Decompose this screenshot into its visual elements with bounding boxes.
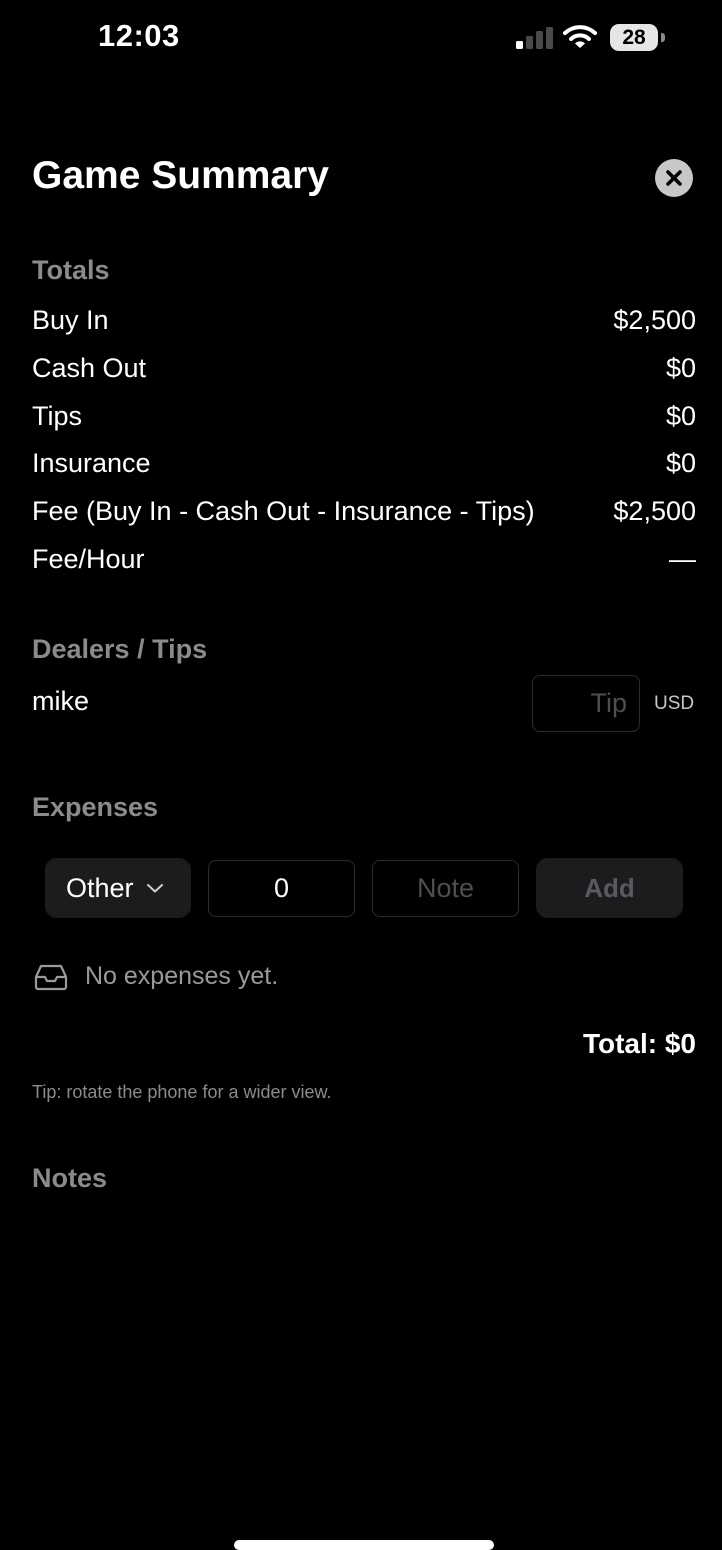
status-time: 12:03 — [98, 18, 180, 53]
chevron-down-icon — [146, 884, 163, 893]
totals-row-fee: Fee (Buy In - Cash Out - Insurance - Tip… — [32, 491, 696, 531]
expenses-total: Total: $0 — [582, 1028, 696, 1059]
add-expense-button[interactable]: Add — [536, 858, 683, 918]
expense-note-input[interactable] — [372, 860, 519, 917]
row-value: — — [669, 543, 696, 574]
totals-row-insurance: Insurance $0 — [32, 443, 696, 483]
battery-cap — [661, 33, 665, 42]
empty-expenses-text: No expenses yet. — [85, 962, 279, 990]
totals-row-tips: Tips $0 — [32, 396, 696, 436]
tray-icon — [34, 964, 68, 990]
row-value: $0 — [665, 400, 696, 431]
page-title: Game Summary — [32, 154, 329, 197]
row-label: Cash Out — [32, 352, 147, 383]
empty-expenses: No expenses yet. — [34, 962, 278, 991]
expense-category-select[interactable]: Other — [45, 858, 191, 918]
totals-row-buy-in: Buy In $2,500 — [32, 300, 696, 340]
battery-icon: 28 — [610, 24, 666, 52]
dealer-name: mike — [32, 686, 90, 716]
tip-currency: USD — [654, 693, 695, 714]
expense-amount-input[interactable] — [208, 860, 355, 917]
close-button[interactable] — [655, 159, 693, 197]
row-label: Insurance — [32, 447, 151, 478]
dealers-header: Dealers / Tips — [32, 634, 208, 664]
tip-input[interactable] — [532, 675, 640, 732]
close-icon — [666, 170, 682, 186]
row-label: Tips — [32, 400, 83, 431]
status-bar: 12:03 28 — [0, 0, 722, 80]
row-value: $0 — [665, 447, 696, 478]
row-label: Fee (Buy In - Cash Out - Insurance - Tip… — [32, 495, 535, 526]
cellular-signal-icon — [516, 27, 553, 49]
wifi-icon — [563, 25, 597, 48]
row-value: $2,500 — [613, 304, 696, 335]
totals-row-cash-out: Cash Out $0 — [32, 348, 696, 388]
row-label: Fee/Hour — [32, 543, 145, 574]
totals-row-fee-hour: Fee/Hour — — [32, 539, 696, 579]
home-indicator — [234, 1540, 494, 1550]
row-label: Buy In — [32, 304, 109, 335]
expenses-header: Expenses — [32, 792, 159, 822]
row-value: $0 — [665, 352, 696, 383]
expense-category-value: Other — [66, 872, 134, 903]
rotate-hint: Tip: rotate the phone for a wider view. — [32, 1082, 332, 1102]
notes-header: Notes — [32, 1163, 108, 1193]
row-value: $2,500 — [613, 495, 696, 526]
totals-header: Totals — [32, 255, 110, 285]
battery-level: 28 — [610, 24, 658, 51]
